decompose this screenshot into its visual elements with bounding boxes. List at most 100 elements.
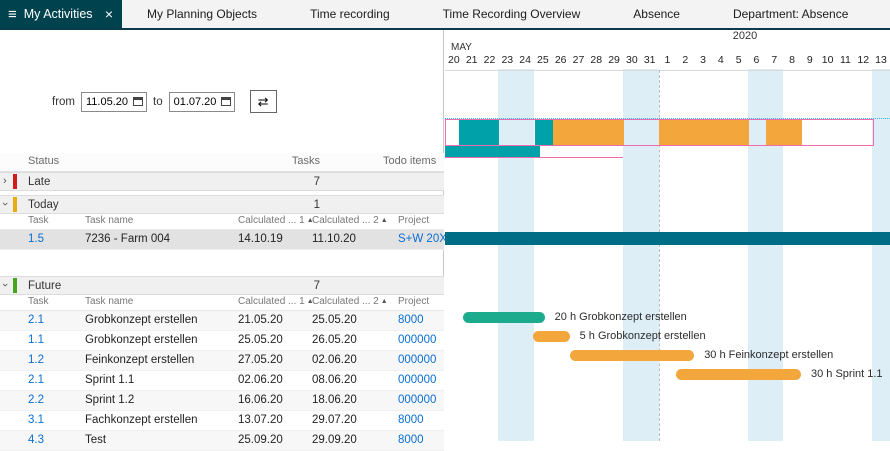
refresh-button[interactable]: ⇄: [250, 90, 277, 113]
chevron-down-icon[interactable]: ›: [0, 202, 11, 206]
task-gantt-bar[interactable]: [676, 369, 801, 380]
task-id-link[interactable]: 2.1: [28, 314, 44, 326]
weekend-column: [872, 69, 890, 441]
group-row-future[interactable]: ›Future7: [0, 276, 444, 295]
calendar-icon[interactable]: [221, 97, 231, 106]
summary-gantt-bar[interactable]: [445, 232, 890, 245]
gantt-bar-label: 30 h Feinkonzept erstellen: [704, 349, 833, 361]
project-link[interactable]: 8000: [398, 434, 424, 446]
calculated-date-2: 25.05.20: [312, 314, 357, 326]
date-filter: from to ⇄: [52, 90, 277, 113]
calculated-date-1: 14.10.19: [238, 233, 283, 245]
column-header-row: Task Task name Calculated ... 1▲Calculated…: [0, 295, 444, 311]
column-header[interactable]: Task name: [85, 215, 133, 226]
calculated-date-1: 16.06.20: [238, 394, 283, 406]
group-name: Late: [28, 176, 50, 188]
calculated-date-1: 25.09.20: [238, 434, 283, 446]
histogram-box: [445, 119, 874, 146]
chevron-down-icon[interactable]: ›: [0, 283, 11, 287]
tab-time-recording[interactable]: Time recording: [310, 7, 390, 21]
day-label: 20: [445, 54, 463, 68]
from-date-wrap: [81, 92, 147, 112]
task-name: Sprint 1.2: [85, 394, 134, 406]
task-gantt-bar[interactable]: [570, 350, 695, 361]
task-row[interactable]: 1.1Grobkonzept erstellen25.05.2026.05.20…: [0, 331, 444, 351]
group-name: Future: [28, 280, 61, 292]
from-label: from: [52, 96, 75, 108]
column-header[interactable]: Project: [398, 296, 429, 307]
task-id-link[interactable]: 1.1: [28, 334, 44, 346]
chevron-right-icon[interactable]: ›: [3, 175, 7, 187]
histogram-bar: [459, 120, 499, 145]
column-header[interactable]: Project: [398, 215, 429, 226]
tab-bar: ≡ My Activities × My Planning Objects Ti…: [0, 0, 890, 30]
day-label: 25: [534, 54, 552, 68]
histogram-bar: [766, 120, 802, 145]
table-header-row: Status Tasks Todo items: [0, 153, 444, 172]
gantt-bar-label: 5 h Grobkonzept erstellen: [580, 330, 706, 342]
calculated-date-2: 29.09.20: [312, 434, 357, 446]
project-link[interactable]: 000000: [398, 334, 436, 346]
day-label: 5: [730, 54, 748, 68]
task-id-link[interactable]: 4.3: [28, 434, 44, 446]
calendar-icon[interactable]: [133, 97, 143, 106]
tab-my-activities[interactable]: ≡ My Activities ×: [0, 0, 122, 28]
column-header[interactable]: Task: [28, 296, 49, 307]
calculated-date-1: 13.07.20: [238, 414, 283, 426]
task-name: 7236 - Farm 004: [85, 233, 170, 245]
day-header-row: 2021222324252627282930311234567891011121…: [445, 54, 890, 68]
calculated-date-1: 02.06.20: [238, 374, 283, 386]
app: { "topbar": { "active_tab": {"label": "M…: [0, 0, 890, 441]
project-link[interactable]: 000000: [398, 394, 436, 406]
day-label: 6: [748, 54, 766, 68]
day-label: 27: [570, 54, 588, 68]
task-id-link[interactable]: 2.2: [28, 394, 44, 406]
group-tasks-count: 1: [250, 199, 320, 211]
group-row-today[interactable]: ›Today1: [0, 195, 444, 214]
project-link[interactable]: 000000: [398, 374, 436, 386]
tab-my-planning-objects[interactable]: My Planning Objects: [147, 7, 257, 21]
tasks-header: Tasks: [250, 155, 320, 167]
project-link[interactable]: 8000: [398, 314, 424, 326]
task-name: Sprint 1.1: [85, 374, 134, 386]
calculated-date-2: 18.06.20: [312, 394, 357, 406]
task-row[interactable]: 2.1Grobkonzept erstellen21.05.2025.05.20…: [0, 311, 444, 331]
task-name: Test: [85, 434, 106, 446]
column-header[interactable]: Calculated ... 2▲: [312, 296, 388, 307]
left-panel: from to ⇄ Status Tasks Todo items › Late 7…: [0, 30, 444, 441]
tab-time-recording-overview[interactable]: Time Recording Overview: [443, 7, 581, 21]
task-row[interactable]: 2.2 Sprint 1.2 16.06.20 18.06.20 000000: [0, 391, 444, 411]
day-label: 2: [676, 54, 694, 68]
task-row[interactable]: 4.3 Test 25.09.20 29.09.20 8000: [0, 431, 444, 451]
tab-department-absence[interactable]: Department: Absence: [733, 7, 848, 21]
group-tasks-count: 7: [250, 176, 320, 188]
task-gantt-bar[interactable]: [463, 312, 545, 323]
task-row[interactable]: 1.5 7236 - Farm 004 14.10.19 11.10.20 S+W 20…: [0, 230, 444, 250]
sort-ascending-icon: ▲: [381, 217, 388, 224]
task-id-link[interactable]: 3.1: [28, 414, 44, 426]
column-header[interactable]: Task name: [85, 296, 133, 307]
project-link[interactable]: 000000: [398, 354, 436, 366]
task-row[interactable]: 1.2Feinkonzept erstellen27.05.2002.06.20…: [0, 351, 444, 371]
column-header[interactable]: Calculated ... 2▲: [312, 215, 388, 226]
column-header[interactable]: Calculated ... 1▲: [238, 296, 314, 307]
hamburger-menu-icon[interactable]: ≡: [8, 7, 17, 22]
task-row[interactable]: 3.1Fachkonzept erstellen13.07.2029.07.20…: [0, 411, 444, 431]
day-label: 10: [819, 54, 837, 68]
project-link[interactable]: 8000: [398, 414, 424, 426]
column-header[interactable]: Calculated ... 1▲: [238, 215, 314, 226]
column-header[interactable]: Task: [28, 215, 49, 226]
project-link[interactable]: S+W 20X: [398, 233, 447, 245]
task-id-link[interactable]: 1.5: [28, 233, 44, 245]
histogram-bar: [535, 120, 553, 145]
task-gantt-bar[interactable]: [533, 331, 569, 342]
group-row-late[interactable]: › Late 7: [0, 172, 444, 191]
task-id-link[interactable]: 1.2: [28, 354, 44, 366]
calculated-date-2: 11.10.20: [312, 233, 356, 245]
close-tab-icon[interactable]: ×: [105, 7, 113, 21]
tab-absence[interactable]: Absence: [633, 7, 680, 21]
task-row[interactable]: 2.1Sprint 1.102.06.2008.06.20000000: [0, 371, 444, 391]
utilization-underline: [445, 157, 623, 158]
calculated-date-1: 21.05.20: [238, 314, 283, 326]
task-id-link[interactable]: 2.1: [28, 374, 44, 386]
